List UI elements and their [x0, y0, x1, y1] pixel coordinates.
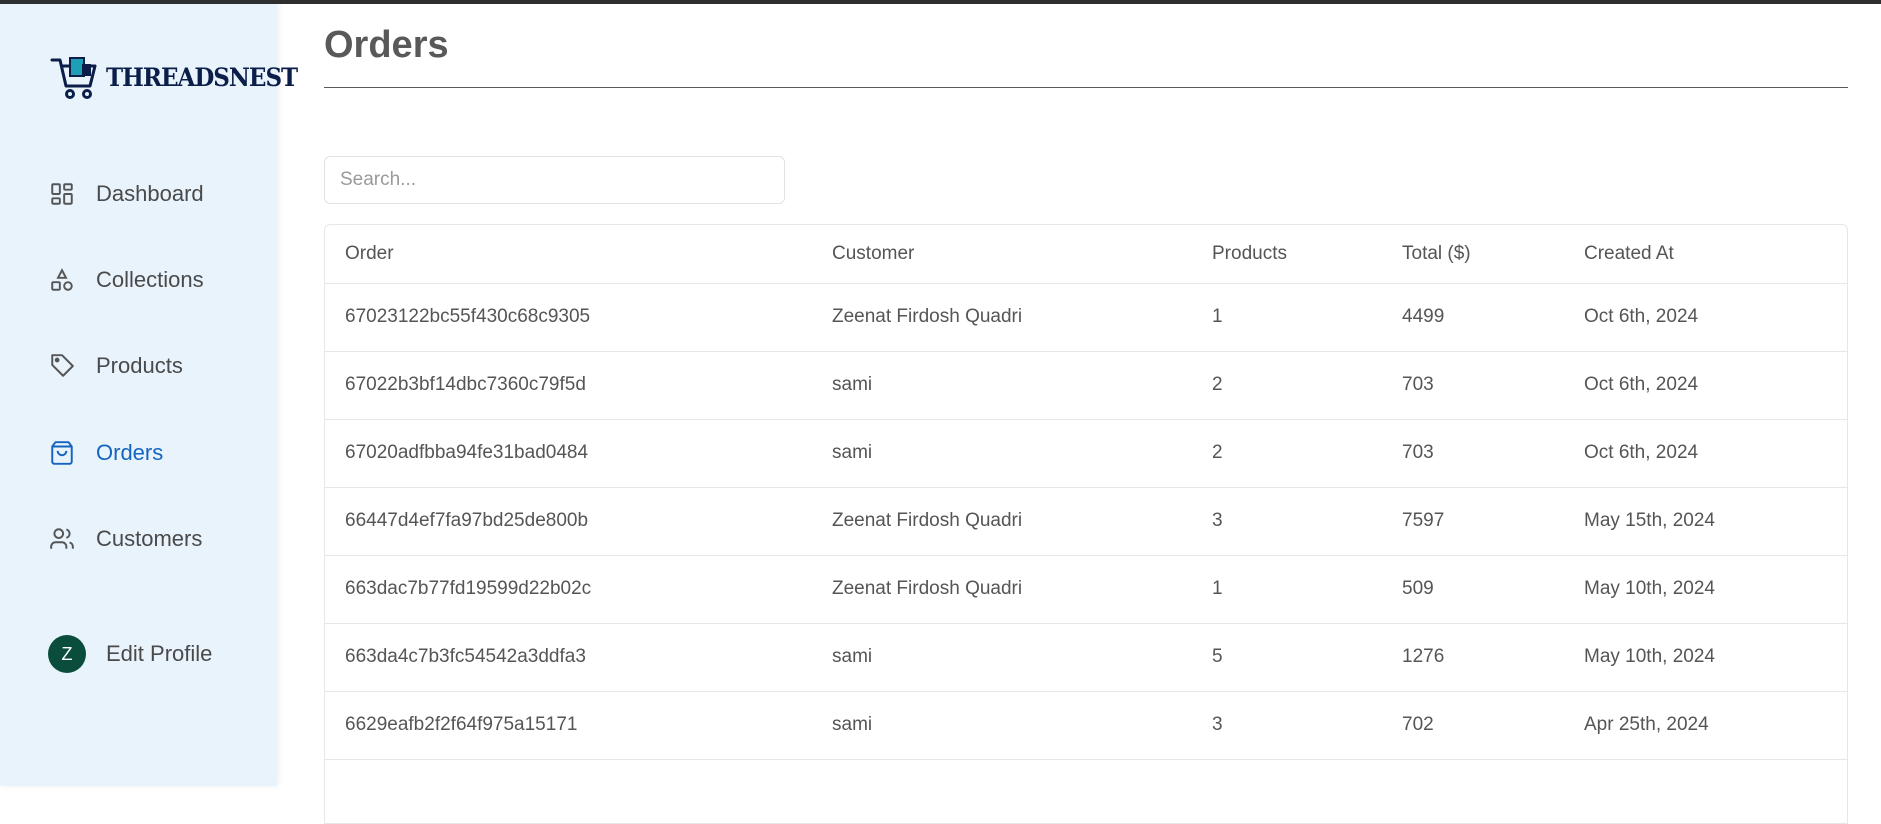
sidebar-item-collections[interactable]: Collections [48, 266, 204, 294]
total-cell: 702 [1382, 690, 1564, 759]
order-id-cell[interactable]: 663dac7b77fd19599d22b02c [325, 554, 812, 623]
sidebar-item-label: Customers [96, 526, 203, 551]
sidebar-item-customers[interactable]: Customers [48, 525, 202, 553]
products-count-cell: 1 [1192, 554, 1382, 623]
sidebar-item-label: Collections [96, 267, 204, 292]
customer-cell: sami [812, 350, 1192, 419]
order-id-cell[interactable]: 67020adfbba94fe31bad0484 [325, 418, 812, 487]
dashboard-icon [48, 180, 76, 208]
edit-profile-button[interactable]: Z Edit Profile [48, 635, 212, 673]
brand-name: THREADSNEST [106, 62, 298, 92]
sidebar-item-label: Orders [96, 440, 164, 465]
customer-cell: Zeenat Firdosh Quadri [812, 486, 1192, 555]
edit-profile-label: Edit Profile [106, 641, 213, 666]
total-cell: 7597 [1382, 486, 1564, 555]
page-title: Orders [324, 24, 449, 66]
users-icon [48, 525, 76, 553]
order-id-cell[interactable]: 66447d4ef7fa97bd25de800b [325, 486, 812, 555]
customer-cell: sami [812, 622, 1192, 691]
products-count-cell: 5 [1192, 622, 1382, 691]
title-divider [324, 87, 1848, 88]
total-cell [1382, 758, 1564, 823]
products-count-cell: 2 [1192, 350, 1382, 419]
column-header-created-at[interactable]: Created At [1564, 225, 1847, 283]
order-id-cell[interactable]: 6629eafb2f2f64f975a15171 [325, 690, 812, 759]
column-header-customer[interactable]: Customer [812, 225, 1192, 283]
total-cell: 509 [1382, 554, 1564, 623]
created-at-cell: Apr 25th, 2024 [1564, 690, 1847, 759]
sidebar-item-products[interactable]: Products [48, 352, 183, 380]
column-header-total[interactable]: Total ($) [1382, 225, 1564, 283]
sidebar-item-label: Products [96, 353, 183, 378]
created-at-cell [1564, 758, 1847, 823]
customer-cell [812, 758, 1192, 823]
products-count-cell: 1 [1192, 282, 1382, 351]
customer-cell: sami [812, 418, 1192, 487]
total-cell: 4499 [1382, 282, 1564, 351]
tag-icon [48, 352, 76, 380]
customer-cell: Zeenat Firdosh Quadri [812, 554, 1192, 623]
products-count-cell: 2 [1192, 418, 1382, 487]
sidebar-item-orders[interactable]: Orders [48, 439, 163, 467]
sidebar-item-dashboard[interactable]: Dashboard [48, 180, 204, 208]
table-row[interactable]: 663dac7b77fd19599d22b02c Zeenat Firdosh … [325, 554, 1847, 623]
products-count-cell: 3 [1192, 486, 1382, 555]
sidebar: THREADSNEST Dashboard Collections Produc… [0, 0, 298, 786]
order-id-cell[interactable] [325, 758, 812, 823]
table-row[interactable]: 66447d4ef7fa97bd25de800b Zeenat Firdosh … [325, 486, 1847, 555]
total-cell: 1276 [1382, 622, 1564, 691]
orders-table: Order Customer Products Total ($) Create… [324, 224, 1848, 824]
sidebar-item-label: Dashboard [96, 181, 204, 206]
table-header-row: Order Customer Products Total ($) Create… [325, 225, 1847, 283]
table-row[interactable] [325, 758, 1847, 823]
shapes-icon [48, 266, 76, 294]
table-row[interactable]: 67022b3bf14dbc7360c79f5d sami 2 703 Oct … [325, 350, 1847, 419]
created-at-cell: Oct 6th, 2024 [1564, 282, 1847, 351]
top-border [0, 0, 1881, 4]
products-count-cell: 3 [1192, 690, 1382, 759]
order-id-cell[interactable]: 663da4c7b3fc54542a3ddfa3 [325, 622, 812, 691]
order-id-cell[interactable]: 67023122bc55f430c68c9305 [325, 282, 812, 351]
shopping-bag-icon [48, 439, 76, 467]
column-header-order[interactable]: Order [325, 225, 812, 283]
created-at-cell: Oct 6th, 2024 [1564, 350, 1847, 419]
created-at-cell: May 15th, 2024 [1564, 486, 1847, 555]
column-header-products[interactable]: Products [1192, 225, 1382, 283]
products-count-cell [1192, 758, 1382, 823]
order-id-cell[interactable]: 67022b3bf14dbc7360c79f5d [325, 350, 812, 419]
table-row[interactable]: 67020adfbba94fe31bad0484 sami 2 703 Oct … [325, 418, 1847, 487]
table-row[interactable]: 663da4c7b3fc54542a3ddfa3 sami 5 1276 May… [325, 622, 1847, 691]
created-at-cell: May 10th, 2024 [1564, 622, 1847, 691]
created-at-cell: May 10th, 2024 [1564, 554, 1847, 623]
shopping-cart-icon [50, 57, 97, 99]
customer-cell: Zeenat Firdosh Quadri [812, 282, 1192, 351]
table-row[interactable]: 6629eafb2f2f64f975a15171 sami 3 702 Apr … [325, 690, 1847, 759]
avatar: Z [48, 635, 86, 673]
total-cell: 703 [1382, 350, 1564, 419]
created-at-cell: Oct 6th, 2024 [1564, 418, 1847, 487]
brand-logo[interactable]: THREADSNEST [50, 54, 298, 100]
total-cell: 703 [1382, 418, 1564, 487]
search-input[interactable] [324, 156, 785, 204]
table-row[interactable]: 67023122bc55f430c68c9305 Zeenat Firdosh … [325, 282, 1847, 351]
customer-cell: sami [812, 690, 1192, 759]
